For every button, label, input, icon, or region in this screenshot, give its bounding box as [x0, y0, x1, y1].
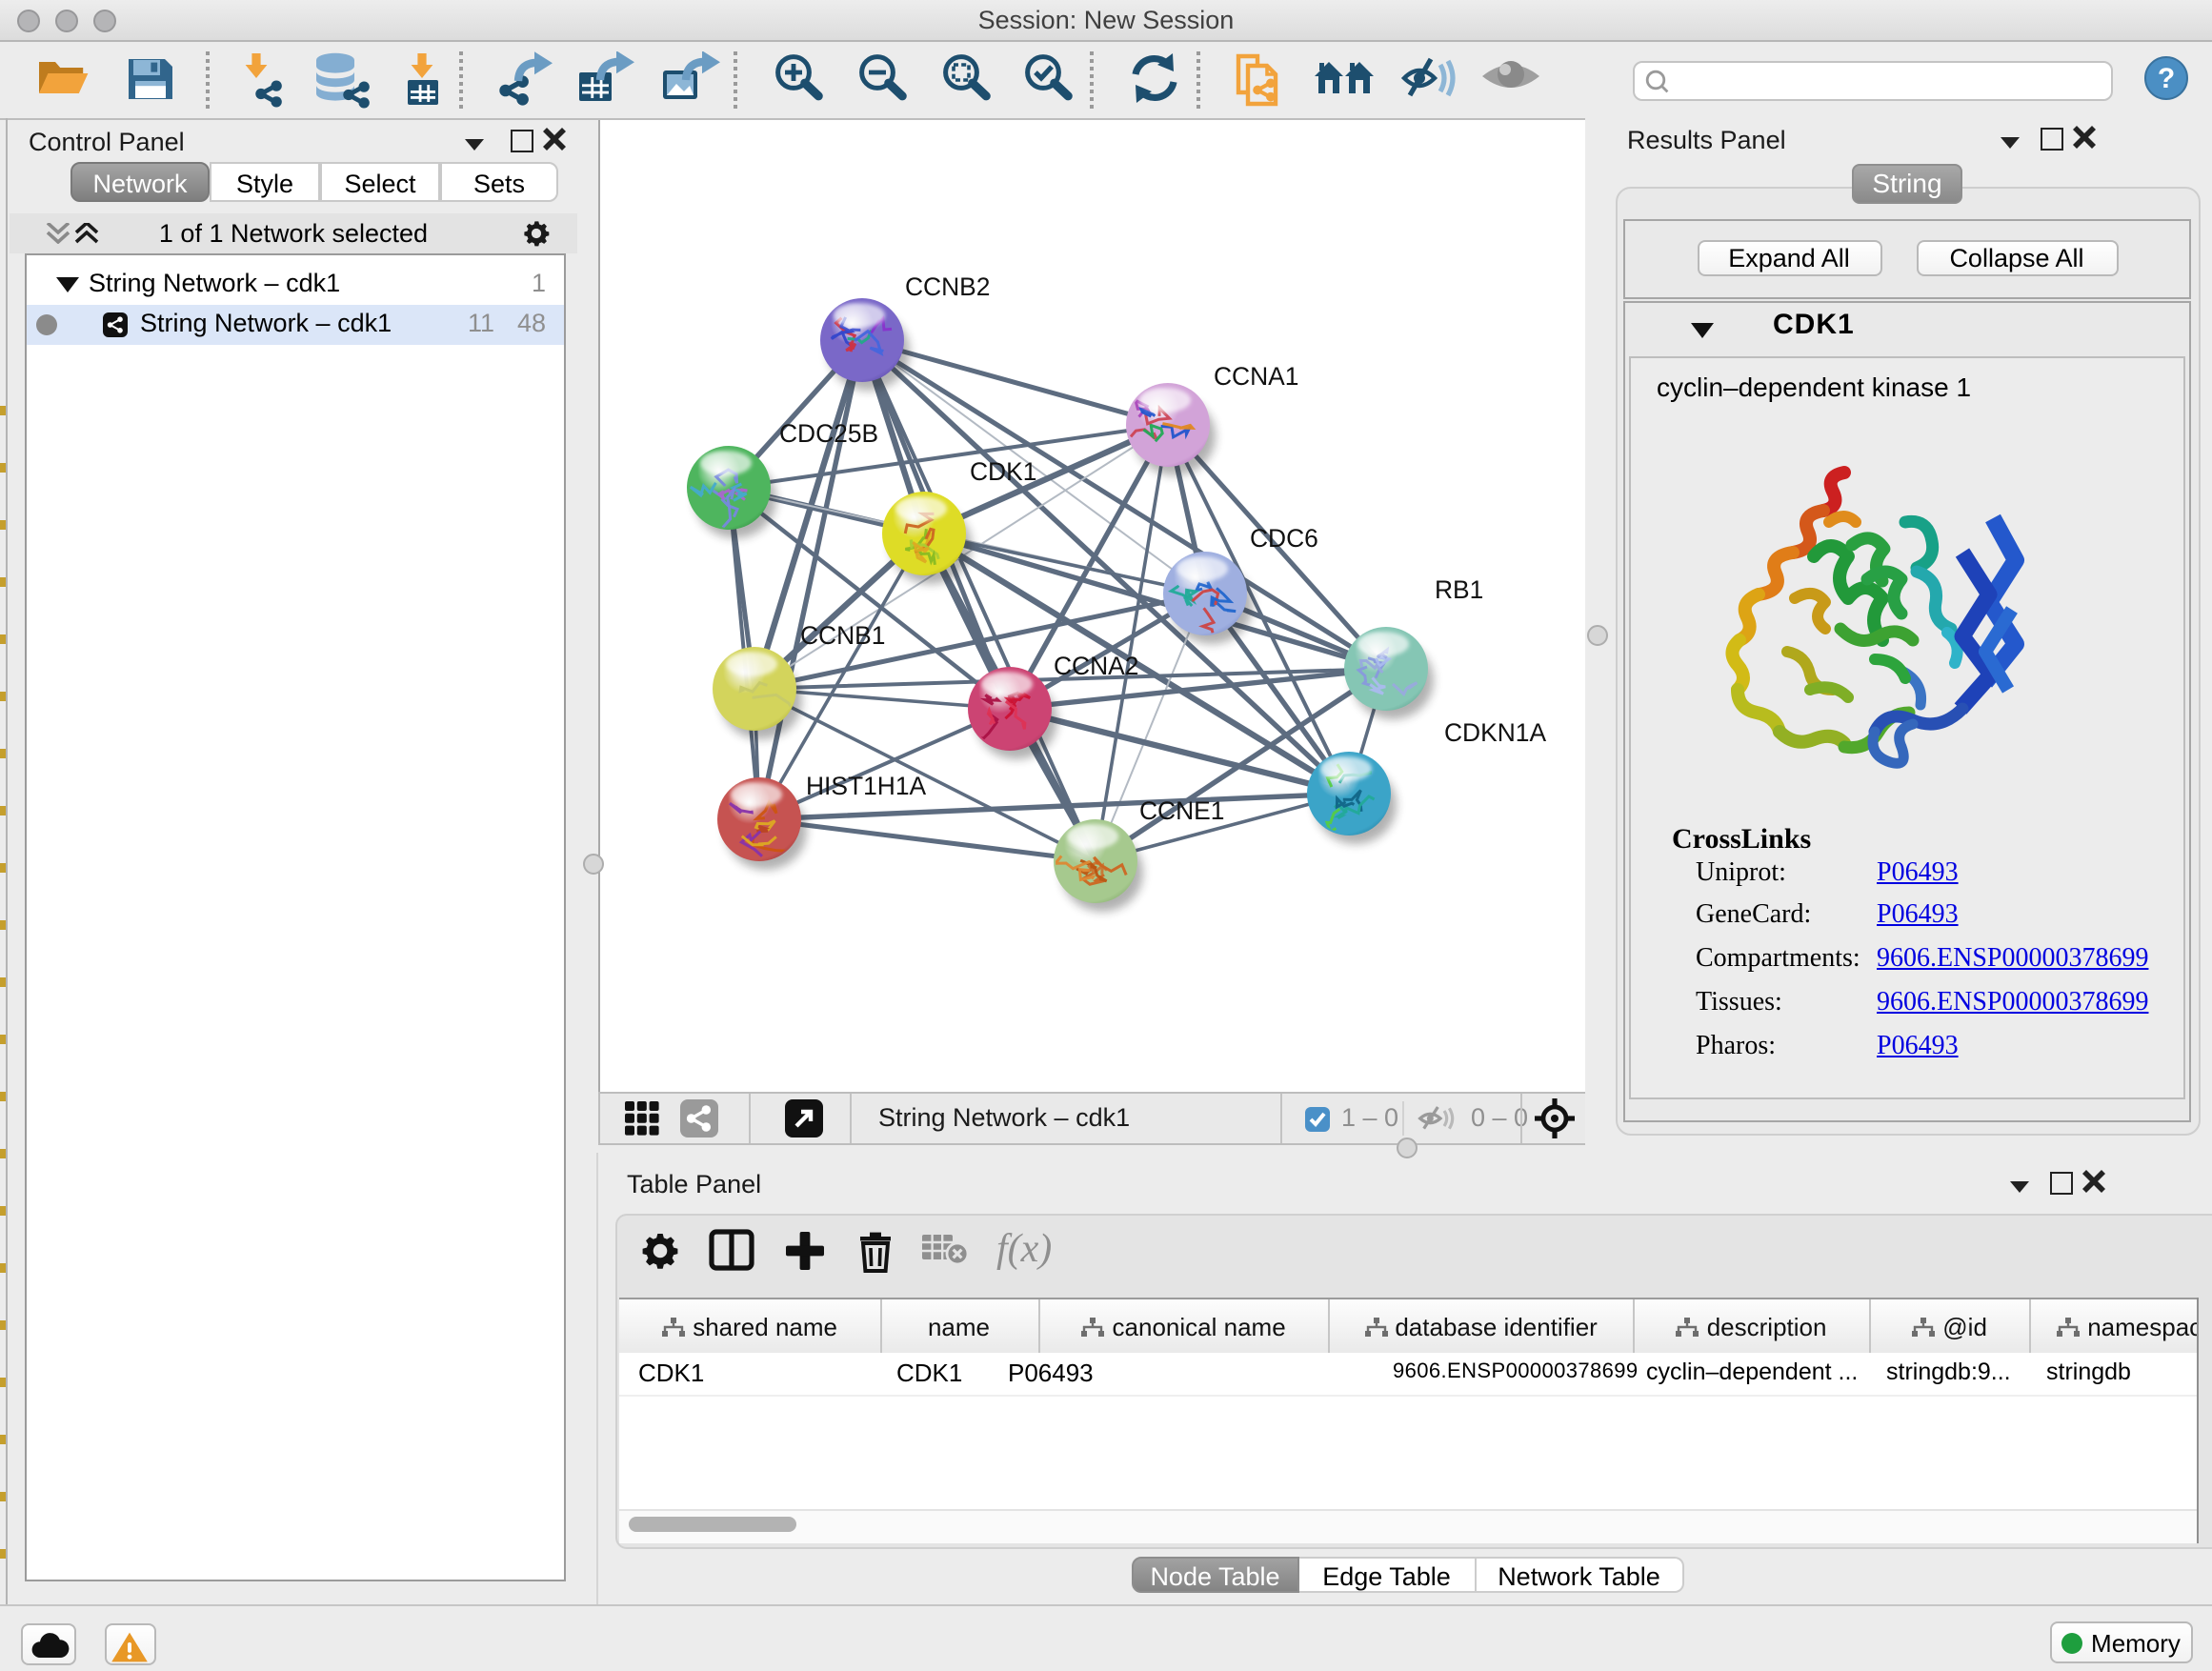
svg-text:RB1: RB1 — [1435, 575, 1483, 604]
svg-text:CCNE1: CCNE1 — [1139, 796, 1224, 825]
svg-text:CDK1: CDK1 — [970, 457, 1036, 486]
svg-text:CDC25B: CDC25B — [779, 419, 878, 448]
svg-text:HIST1H1A: HIST1H1A — [806, 772, 927, 800]
svg-text:?: ? — [2158, 63, 2175, 94]
svg-text:CDC6: CDC6 — [1250, 524, 1318, 553]
svg-text:CCNA1: CCNA1 — [1214, 362, 1298, 391]
svg-text:CCNA2: CCNA2 — [1054, 652, 1138, 680]
svg-text:CDKN1A: CDKN1A — [1444, 718, 1546, 747]
svg-text:CCNB1: CCNB1 — [800, 621, 885, 650]
svg-text:CCNB2: CCNB2 — [905, 272, 990, 301]
